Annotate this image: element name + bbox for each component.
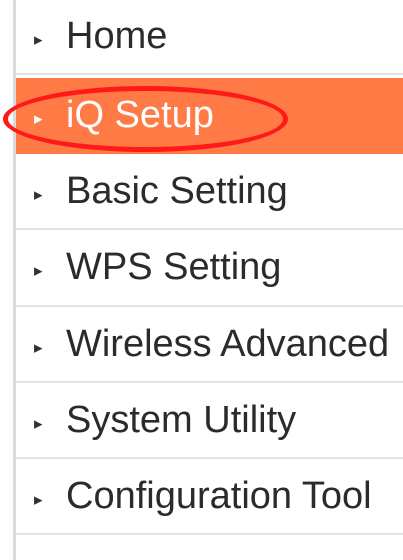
menu-item-system-utility[interactable]: ▸ System Utility <box>16 383 403 459</box>
menu-item-home[interactable]: ▸ Home <box>16 0 403 75</box>
menu-item-wireless-advanced[interactable]: ▸ Wireless Advanced <box>16 307 403 383</box>
menu-item-label: Home <box>66 15 168 57</box>
menu-item-label: Configuration Tool <box>66 474 372 517</box>
menu-item-label: iQ Setup <box>66 93 214 136</box>
menu-item-wps-setting[interactable]: ▸ WPS Setting <box>16 230 403 307</box>
triangle-right-icon: ▸ <box>34 489 43 509</box>
triangle-right-icon: ▸ <box>34 184 43 204</box>
navigation-menu: ▸ Home ▸ iQ Setup ▸ Basic Setting ▸ WPS … <box>0 0 403 560</box>
menu-item-label: System Utility <box>66 398 297 441</box>
triangle-right-icon: ▸ <box>34 261 43 280</box>
menu-item-iq-setup[interactable]: ▸ iQ Setup <box>16 78 403 154</box>
triangle-right-icon: ▸ <box>34 337 43 357</box>
triangle-right-icon: ▸ <box>34 108 43 128</box>
menu-item-basic-setting[interactable]: ▸ Basic Setting <box>16 154 403 230</box>
triangle-right-icon: ▸ <box>34 413 43 433</box>
triangle-right-icon: ▸ <box>34 30 43 49</box>
menu-item-label: Basic Setting <box>66 169 288 212</box>
menu-item-label: Wireless Advanced <box>66 322 390 365</box>
menu-item-label: WPS Setting <box>66 246 282 288</box>
menu-item-configuration-tool[interactable]: ▸ Configuration Tool <box>16 459 403 535</box>
